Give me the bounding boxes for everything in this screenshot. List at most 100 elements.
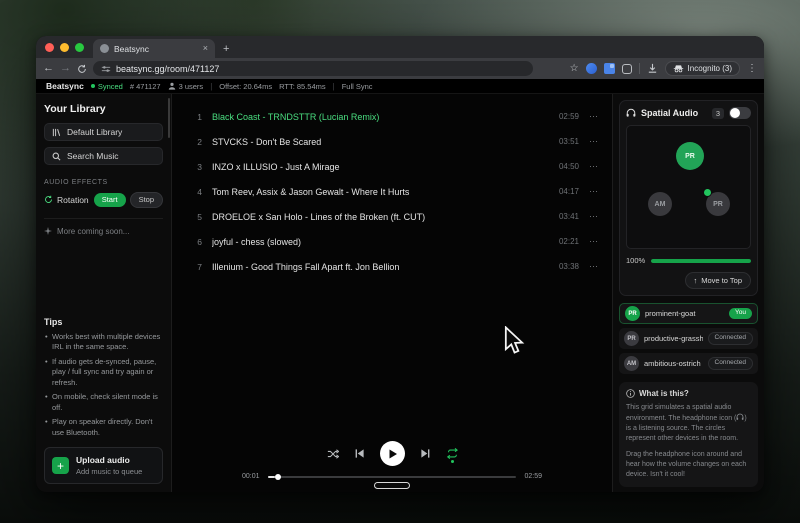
window-resize-handle[interactable] [374,482,410,489]
track-row[interactable]: 7 Illenium - Good Things Fall Apart ft. … [190,254,602,279]
elapsed-time: 00:01 [242,473,260,480]
user-list: PR prominent-goat You PR productive-gras… [619,303,758,374]
statusbar-divider: | [333,82,335,91]
upload-subtitle: Add music to queue [76,467,142,476]
sidebar-scrollbar[interactable] [168,98,170,138]
queue-panel: 1 Black Coast - TRNDSTTR (Lucian Remix) … [172,94,612,492]
spatial-node-device[interactable]: AM [648,192,672,216]
tab-title: Beatsync [114,44,198,54]
headphones-icon [626,108,636,118]
forward-button[interactable]: → [60,63,71,74]
play-button[interactable] [380,441,405,466]
track-title: STVCKS - Don't Be Scared [212,137,549,147]
minimize-window-button[interactable] [60,43,69,52]
track-number: 5 [190,212,202,222]
extension-icon[interactable] [604,63,615,74]
spatial-audio-card: Spatial Audio 3 PR AM PR 100% ↑ [619,100,758,296]
spatial-toggle[interactable] [729,107,751,119]
track-menu-icon[interactable]: ⋯ [589,236,602,247]
back-button[interactable]: ← [43,63,54,74]
track-row[interactable]: 5 DROELOE x San Holo - Lines of the Brok… [190,204,602,229]
play-icon [388,449,398,459]
close-window-button[interactable] [45,43,54,52]
sidebar: Your Library Default Library Search Musi… [36,94,172,492]
track-row[interactable]: 6 joyful - chess (slowed) 02:21 ⋯ [190,229,602,254]
track-number: 6 [190,237,202,247]
volume-percent: 100% [626,256,645,265]
spatial-grid[interactable]: PR AM PR [626,125,751,249]
track-duration: 03:38 [559,262,579,271]
tip-item: Works best with multiple devices IRL in … [44,332,163,353]
sidebar-divider [44,218,163,219]
seek-handle[interactable] [275,474,281,480]
upload-audio-button[interactable]: + Upload audio Add music to queue [44,447,163,484]
next-track-button[interactable] [420,448,431,459]
track-menu-icon[interactable]: ⋯ [589,261,602,272]
tab-groups-icon[interactable] [622,64,632,74]
avatar: AM [624,356,639,371]
spatial-node-self[interactable]: PR [676,142,704,170]
toggle-knob [730,108,740,118]
track-menu-icon[interactable]: ⋯ [589,186,602,197]
address-bar[interactable]: beatsync.gg/room/471127 [93,61,533,76]
bookmark-star-icon[interactable]: ☆ [570,64,579,74]
rotation-start-button[interactable]: Start [94,193,126,207]
browser-menu-icon[interactable]: ⋮ [747,64,757,74]
spatial-count-badge: 3 [712,108,724,119]
repeat-button[interactable] [446,448,458,459]
upload-title: Upload audio [76,455,142,465]
full-sync-button[interactable]: Full Sync [342,82,373,91]
tab-close-icon[interactable]: × [203,44,208,53]
user-count: 3 users [168,82,204,91]
track-title: DROELOE x San Holo - Lines of the Broken… [212,212,549,222]
tips-title: Tips [44,317,163,327]
listening-source-icon[interactable] [703,188,712,197]
tab-favicon-icon [100,44,109,53]
track-row[interactable]: 2 STVCKS - Don't Be Scared 03:51 ⋯ [190,129,602,154]
plus-icon: + [52,457,69,474]
track-row[interactable]: 3 INZO x ILLUSIO - Just A Mirage 04:50 ⋯ [190,154,602,179]
reload-button[interactable] [77,64,87,74]
user-row[interactable]: PR productive-grassho... Connected [619,328,758,349]
search-icon [52,152,61,161]
user-badge: You [729,308,752,319]
toolbar-divider [639,63,640,74]
downloads-icon[interactable] [647,63,658,74]
user-row[interactable]: PR prominent-goat You [619,303,758,324]
default-library-button[interactable]: Default Library [44,123,163,141]
track-title: Illenium - Good Things Fall Apart ft. Jo… [212,262,549,272]
url-text[interactable]: beatsync.gg/room/471127 [116,64,219,74]
new-tab-button[interactable]: + [223,43,229,55]
track-row[interactable]: 1 Black Coast - TRNDSTTR (Lucian Remix) … [190,104,602,129]
zoom-window-button[interactable] [75,43,84,52]
coming-soon-note: More coming soon... [44,227,163,236]
volume-bar[interactable] [651,259,751,263]
browser-toolbar: ← → beatsync.gg/room/471127 ☆ Incognito … [36,58,764,79]
tip-item: On mobile, check silent mode is off. [44,392,163,413]
extension-icon[interactable] [586,63,597,74]
track-number: 7 [190,262,202,272]
track-menu-icon[interactable]: ⋯ [589,161,602,172]
move-to-top-button[interactable]: ↑ Move to Top [685,272,751,289]
track-menu-icon[interactable]: ⋯ [589,111,602,122]
track-duration: 04:17 [559,187,579,196]
progress-row: 00:01 02:59 [242,473,542,480]
audio-effects-label: AUDIO EFFECTS [44,179,163,186]
app-status-bar: Beatsync Synced # 471127 3 users | Offse… [36,79,764,94]
seek-bar[interactable] [268,476,517,478]
track-title: joyful - chess (slowed) [212,237,549,247]
shuffle-button[interactable] [327,449,339,459]
site-settings-icon[interactable] [101,64,111,74]
volume-row: 100% [626,256,751,265]
previous-track-button[interactable] [354,448,365,459]
track-row[interactable]: 4 Tom Reev, Assix & Jason Gewalt - Where… [190,179,602,204]
incognito-badge[interactable]: Incognito (3) [665,61,740,76]
track-menu-icon[interactable]: ⋯ [589,136,602,147]
search-music-button[interactable]: Search Music [44,147,163,165]
track-menu-icon[interactable]: ⋯ [589,211,602,222]
browser-tab[interactable]: Beatsync × [93,39,215,58]
user-row[interactable]: AM ambitious-ostrich Connected [619,353,758,374]
track-duration: 02:21 [559,237,579,246]
track-duration: 02:59 [559,112,579,121]
rotation-stop-button[interactable]: Stop [130,192,163,208]
